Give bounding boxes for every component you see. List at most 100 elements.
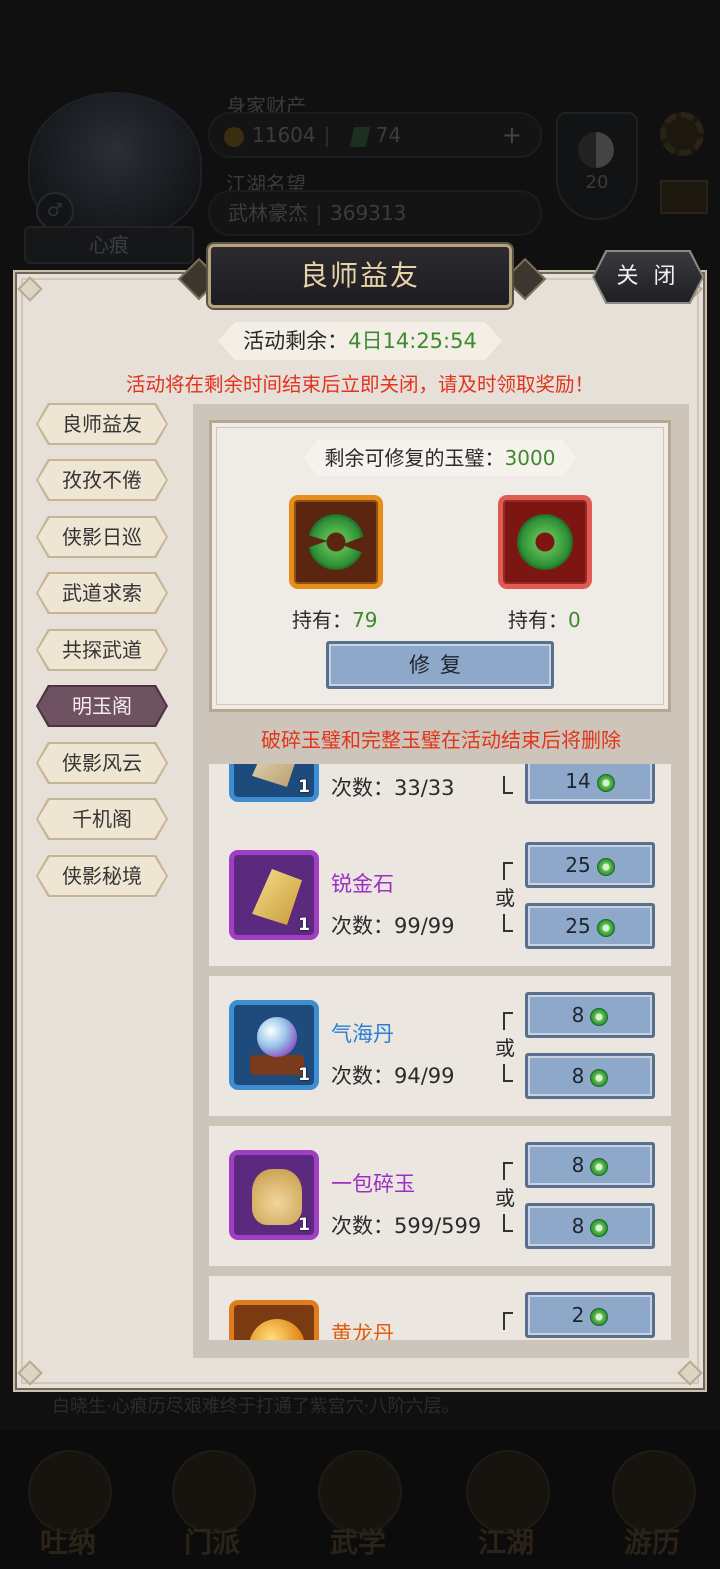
item-count: 次数：94/99 — [331, 1064, 455, 1088]
item-name: 黄龙丹 — [331, 1322, 394, 1340]
repairable-label: 剩余可修复的玉璧： — [324, 446, 505, 470]
fame-title: 武林豪杰 — [228, 201, 308, 225]
tab-gongtan-wudao[interactable]: 共探武道 — [38, 631, 166, 669]
exchange-row: 1 锐金石 次数：99/99 或 25 25 — [209, 826, 671, 966]
repairable-value: 3000 — [504, 446, 556, 470]
bracket — [503, 1312, 513, 1330]
yin-yang-icon — [578, 132, 614, 168]
bracket — [503, 1214, 513, 1232]
cultivation-level: 20 — [585, 172, 609, 193]
nav-item-jianghu: 江湖 — [446, 1430, 566, 1569]
whole-jade-disc-icon — [517, 514, 573, 570]
tab-mingyu-ge[interactable]: 明玉阁 — [38, 687, 166, 725]
exchange-row: 1 次数：33/33 14 — [209, 764, 671, 828]
mail-icon — [660, 180, 708, 214]
event-warning: 活动将在剩余时间结束后立即关闭，请及时领取奖励！ — [125, 373, 594, 396]
item-slot[interactable]: 1 — [229, 764, 319, 802]
bracket — [503, 862, 513, 880]
delete-warning: 破碎玉璧和完整玉璧在活动结束后将删除 — [261, 728, 621, 752]
broken-jade-held: 持有：79 — [292, 608, 378, 632]
nav-item-tuna: 吐纳 — [8, 1430, 128, 1569]
jade-pouch-icon — [252, 1169, 302, 1225]
bracket — [503, 1162, 513, 1180]
close-button[interactable]: 关 闭 — [594, 252, 702, 302]
tab-qianji-ge[interactable]: 千机阁 — [38, 800, 166, 838]
tab-wudao-qiusuo[interactable]: 武道求索 — [38, 574, 166, 612]
scroll-icon — [252, 764, 302, 787]
item-count: 次数：99/99 — [331, 914, 455, 938]
jade-currency-icon — [596, 918, 615, 937]
repairable-count: 剩余可修复的玉璧：3000 — [304, 440, 576, 476]
broken-jade-disc-icon — [308, 514, 364, 570]
exchange-cost-button[interactable]: 25 — [525, 842, 655, 888]
exchange-row: 1 气海丹 次数：94/99 或 8 8 — [209, 976, 671, 1116]
or-label: 或 — [495, 1186, 515, 1210]
bracket — [503, 914, 513, 932]
fame-value: 369313 — [330, 201, 407, 225]
exchange-list[interactable]: 1 次数：33/33 14 1 锐金石 次数：99/99 或 25 25 1 气… — [193, 764, 689, 1340]
exchange-row: 黄龙丹 2 — [209, 1276, 671, 1340]
bracket — [503, 776, 513, 794]
jade-currency-icon — [590, 1307, 609, 1326]
tab-xiaying-fengyun[interactable]: 侠影风云 — [38, 744, 166, 782]
tab-xiaying-rixun[interactable]: 侠影日巡 — [38, 518, 166, 556]
jade-currency-icon — [590, 1007, 609, 1026]
whole-jade-slot[interactable] — [498, 495, 592, 589]
item-slot[interactable]: 1 — [229, 1000, 319, 1090]
cultivation-shield: 20 — [556, 112, 638, 220]
coin-value: 11604 — [252, 123, 316, 147]
exchange-row: 1 一包碎玉 次数：599/599 或 8 8 — [209, 1126, 671, 1266]
jade-currency-icon — [596, 773, 615, 792]
gem-icon — [349, 126, 370, 147]
item-slot[interactable] — [229, 1300, 319, 1340]
or-label: 或 — [495, 886, 515, 910]
item-slot[interactable]: 1 — [229, 1150, 319, 1240]
exchange-cost-button[interactable]: 14 — [525, 764, 655, 804]
gender-icon: ♂ — [36, 192, 74, 230]
exchange-cost-button[interactable]: 8 — [525, 1142, 655, 1188]
currency-bar: 11604 74 + — [208, 112, 542, 158]
item-count: 次数：599/599 — [331, 1214, 482, 1238]
exchange-cost-button[interactable]: 2 — [525, 1292, 655, 1338]
jade-currency-icon — [590, 1218, 609, 1237]
bottom-navigation: 吐纳 门派 武学 江湖 游历 — [0, 1430, 720, 1569]
bracket — [503, 1012, 513, 1030]
item-name: 气海丹 — [331, 1022, 394, 1046]
tab-xiaying-mijing[interactable]: 侠影秘境 — [38, 857, 166, 895]
whole-jade-held: 持有：0 — [508, 608, 581, 632]
broken-jade-slot[interactable] — [289, 495, 383, 589]
item-slot[interactable]: 1 — [229, 850, 319, 940]
timer-value: 4日14:25:54 — [348, 329, 477, 353]
dialog-title: 良师益友 — [208, 244, 512, 308]
coin-icon — [224, 126, 244, 147]
tab-liangshi-yiyou[interactable]: 良师益友 — [38, 405, 166, 443]
tab-zizi-bujuan[interactable]: 孜孜不倦 — [38, 461, 166, 499]
crystal-pill-icon — [257, 1017, 297, 1057]
portrait-name-tag: 心痕 — [24, 226, 194, 264]
item-name: 锐金石 — [331, 872, 394, 896]
sharp-gold-stone-icon — [252, 869, 302, 925]
system-log-line: 白晓生·心痕历尽艰难终于打通了紫宫穴·八阶六层。 — [52, 1396, 460, 1417]
exchange-cost-button[interactable]: 8 — [525, 1203, 655, 1249]
event-timer: 活动剩余：4日14:25:54 — [218, 322, 502, 360]
nav-item-travel: 游历 — [592, 1430, 712, 1569]
add-currency-button: + — [501, 121, 522, 149]
exchange-cost-button[interactable]: 25 — [525, 903, 655, 949]
fame-bar: 武林豪杰 369313 — [208, 190, 542, 236]
exchange-cost-button[interactable]: 8 — [525, 1053, 655, 1099]
golden-pill-icon — [249, 1319, 305, 1340]
item-name: 一包碎玉 — [331, 1172, 415, 1196]
jade-currency-icon — [590, 1068, 609, 1087]
exchange-cost-button[interactable]: 8 — [525, 992, 655, 1038]
gem-value: 74 — [375, 123, 402, 147]
nav-item-sect: 门派 — [152, 1430, 272, 1569]
bracket — [503, 1064, 513, 1082]
timer-label: 活动剩余： — [243, 329, 349, 353]
or-label: 或 — [495, 1036, 515, 1060]
jade-currency-icon — [590, 1157, 609, 1176]
nav-item-martial: 武学 — [298, 1430, 418, 1569]
jade-currency-icon — [596, 857, 615, 876]
item-count: 次数：33/33 — [331, 776, 455, 800]
repair-button[interactable]: 修复 — [326, 641, 554, 689]
gear-icon — [660, 112, 704, 156]
